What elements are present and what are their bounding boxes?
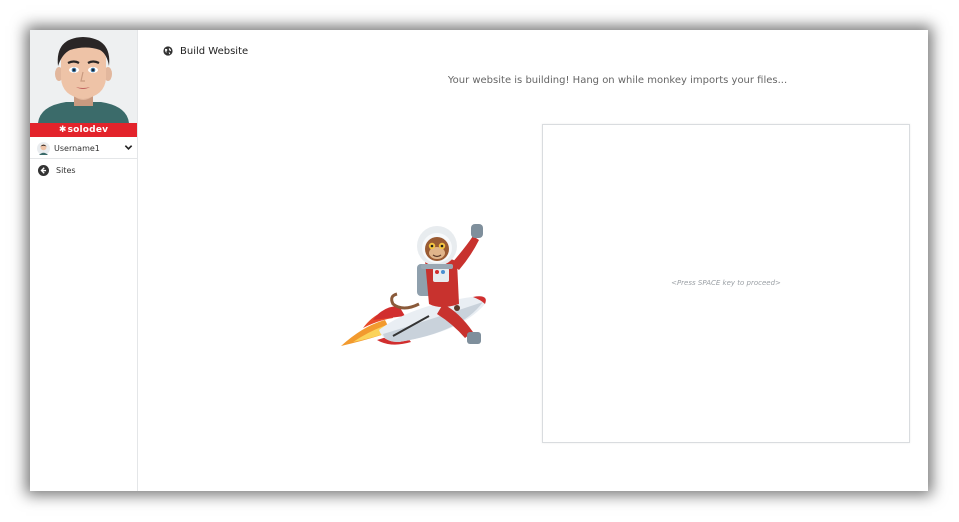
user-menu-dropdown[interactable]: Username1: [30, 138, 137, 159]
brand-star-icon: ✱: [58, 125, 67, 135]
avatar: [30, 30, 137, 123]
avatar-portrait: [38, 37, 129, 123]
build-output-panel[interactable]: <Press SPACE key to proceed>: [542, 124, 910, 443]
globe-icon: [163, 46, 173, 56]
app-window: ✱ solodev Username1 Sites Build Website …: [30, 30, 928, 491]
user-avatar-icon: [37, 141, 50, 155]
terminal-hint: <Press SPACE key to proceed>: [671, 279, 781, 287]
page-title: Build Website: [163, 44, 248, 58]
page-title-text: Build Website: [180, 45, 249, 57]
brand-logo: ✱ solodev: [30, 123, 137, 137]
sidebar: ✱ solodev Username1 Sites: [30, 30, 138, 491]
monkey-rocket-illustration: [341, 224, 487, 346]
username-label: Username1: [54, 143, 100, 153]
build-status-message: Your website is building! Hang on while …: [447, 75, 788, 86]
arrow-circle-left-icon: [38, 164, 49, 176]
brand-name: solodev: [67, 125, 109, 135]
sidebar-item-label: Sites: [56, 165, 76, 175]
chevron-down-icon: [124, 145, 133, 150]
sidebar-item-sites[interactable]: Sites: [30, 162, 137, 178]
